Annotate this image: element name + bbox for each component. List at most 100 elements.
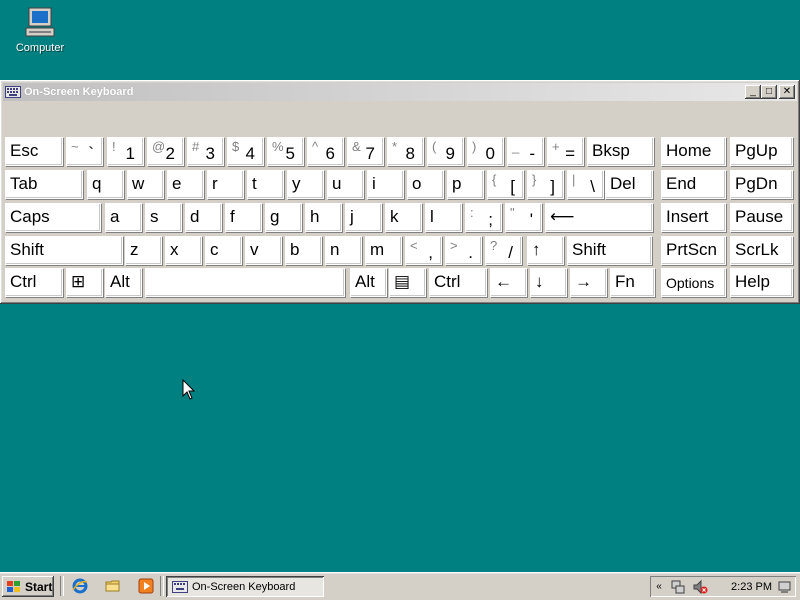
key-shift-label: > — [450, 238, 458, 253]
media-player-icon[interactable] — [138, 578, 154, 594]
key-2-3[interactable]: d — [185, 203, 222, 232]
key-shift-label: $ — [232, 139, 240, 154]
key-4-0[interactable]: Ctrl — [5, 268, 63, 297]
key-1-7[interactable]: u — [327, 170, 364, 199]
key-4-5[interactable]: ▤ — [389, 268, 426, 297]
key-0-8[interactable]: & 7 — [347, 137, 384, 166]
key-2-9[interactable]: l — [425, 203, 462, 232]
desktop-icon-computer[interactable]: Computer — [10, 6, 70, 54]
start-button[interactable]: Start — [2, 576, 54, 597]
key-4-1[interactable]: ⊞ — [66, 268, 103, 297]
key-1-11[interactable]: {[ — [487, 170, 524, 199]
key-1-14[interactable]: Del — [605, 170, 653, 199]
key-4-7[interactable]: ← — [490, 268, 527, 297]
key-3-6[interactable]: n — [325, 236, 362, 265]
key-3-7[interactable]: m — [365, 236, 402, 265]
key-2-10[interactable]: :; — [465, 203, 502, 232]
key-4-11[interactable]: Options — [661, 268, 726, 297]
key-3-10[interactable]: ? / — [485, 236, 522, 265]
key-label: Home — [666, 141, 712, 160]
key-4-6[interactable]: Ctrl — [429, 268, 487, 297]
key-3-3[interactable]: c — [205, 236, 242, 265]
key-2-2[interactable]: s — [145, 203, 182, 232]
key-1-0[interactable]: Tab — [5, 170, 83, 199]
key-1-2[interactable]: w — [127, 170, 164, 199]
network-icon[interactable] — [670, 579, 686, 595]
key-2-12[interactable]: ⟵ — [545, 203, 653, 232]
key-3-0[interactable]: Shift — [5, 236, 123, 265]
key-3-11[interactable]: ↑ — [527, 236, 564, 265]
key-4-9[interactable]: → — [570, 268, 607, 297]
key-3-13[interactable]: PrtScn — [661, 236, 726, 265]
key-4-2[interactable]: Alt — [105, 268, 142, 297]
key-3-2[interactable]: x — [165, 236, 202, 265]
key-3-5[interactable]: b — [285, 236, 322, 265]
key-2-1[interactable]: a — [105, 203, 142, 232]
key-0-14[interactable]: Bksp — [587, 137, 654, 166]
key-2-13[interactable]: Insert — [661, 203, 726, 232]
key-2-11[interactable]: " ' — [505, 203, 542, 232]
key-shift-label: < — [410, 238, 418, 253]
key-0-11[interactable]: ) 0 — [467, 137, 504, 166]
key-1-6[interactable]: y — [287, 170, 324, 199]
key-shift-label: " — [510, 205, 515, 220]
key-0-2[interactable]: ! 1 — [107, 137, 144, 166]
key-3-9[interactable]: >. — [445, 236, 482, 265]
key-3-14[interactable]: ScrLk — [730, 236, 793, 265]
tray-status-icon[interactable] — [778, 580, 792, 594]
key-4-3[interactable] — [145, 268, 345, 297]
key-1-3[interactable]: e — [167, 170, 204, 199]
key-0-0[interactable]: Esc — [5, 137, 63, 166]
key-1-1[interactable]: q — [87, 170, 124, 199]
key-3-4[interactable]: v — [245, 236, 282, 265]
key-2-0[interactable]: Caps — [5, 203, 101, 232]
ie-icon[interactable] — [72, 578, 88, 594]
key-4-10[interactable]: Fn — [610, 268, 655, 297]
key-1-5[interactable]: t — [247, 170, 284, 199]
key-1-10[interactable]: p — [447, 170, 484, 199]
key-4-12[interactable]: Help — [730, 268, 793, 297]
key-3-12[interactable]: Shift — [567, 236, 652, 265]
key-1-15[interactable]: End — [661, 170, 726, 199]
key-0-5[interactable]: $4 — [227, 137, 264, 166]
key-0-1[interactable]: ~ ` — [66, 137, 103, 166]
key-0-15[interactable]: Home — [661, 137, 726, 166]
key-2-5[interactable]: g — [265, 203, 302, 232]
volume-muted-icon[interactable] — [692, 579, 708, 595]
folder-icon[interactable] — [105, 578, 121, 594]
key-2-8[interactable]: k — [385, 203, 422, 232]
key-2-6[interactable]: h — [305, 203, 342, 232]
key-0-13[interactable]: + = — [547, 137, 584, 166]
key-2-7[interactable]: j — [345, 203, 382, 232]
key-0-7[interactable]: ^ 6 — [307, 137, 344, 166]
key-3-1[interactable]: z — [125, 236, 162, 265]
key-0-6[interactable]: % 5 — [267, 137, 304, 166]
key-0-3[interactable]: @2 — [147, 137, 184, 166]
key-3-8[interactable]: <, — [405, 236, 442, 265]
key-0-9[interactable]: * 8 — [387, 137, 424, 166]
key-label: = — [565, 144, 575, 163]
tray-expand-icon[interactable]: « — [652, 581, 666, 592]
key-label: 3 — [205, 144, 215, 163]
key-shift-label: ? — [490, 238, 498, 253]
key-1-9[interactable]: o — [407, 170, 444, 199]
key-label: → — [575, 272, 592, 291]
key-4-4[interactable]: Alt — [350, 268, 387, 297]
key-label: , — [428, 243, 433, 262]
key-1-16[interactable]: PgDn — [730, 170, 793, 199]
task-button-osk[interactable]: On-Screen Keyboard — [166, 576, 324, 597]
key-4-8[interactable]: ↓ — [530, 268, 567, 297]
key-2-4[interactable]: f — [225, 203, 262, 232]
key-1-13[interactable]: | \ — [567, 170, 604, 199]
key-0-10[interactable]: (9 — [427, 137, 464, 166]
key-2-14[interactable]: Pause — [730, 203, 793, 232]
key-1-12[interactable]: }] — [527, 170, 564, 199]
key-label: Ctrl — [10, 272, 37, 291]
key-label: Shift — [10, 240, 45, 259]
key-1-8[interactable]: i — [367, 170, 404, 199]
key-0-12[interactable]: _ - — [507, 137, 544, 166]
key-0-16[interactable]: PgUp — [730, 137, 793, 166]
clock[interactable]: 2:23 PM — [731, 581, 772, 593]
key-0-4[interactable]: #3 — [187, 137, 224, 166]
key-1-4[interactable]: r — [207, 170, 244, 199]
